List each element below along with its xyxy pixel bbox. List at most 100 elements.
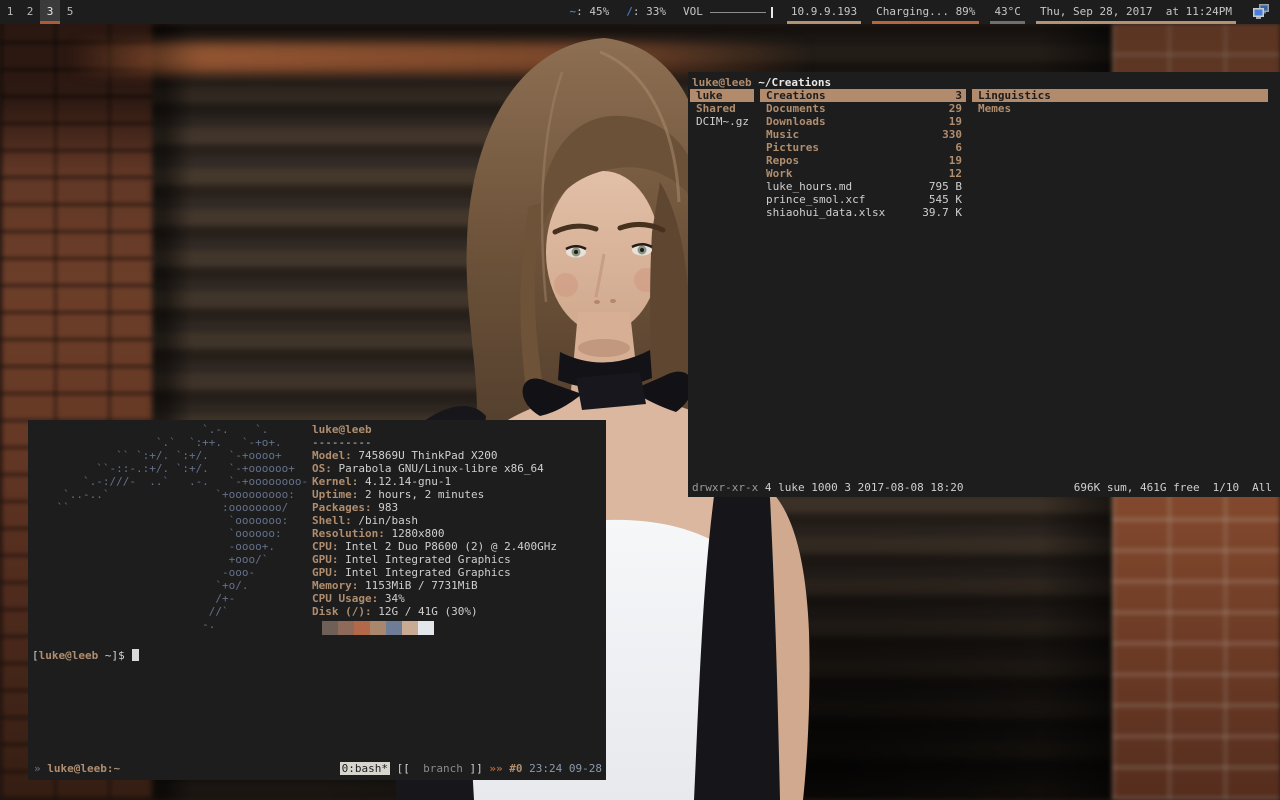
text-cursor[interactable] [132, 649, 139, 661]
entry-prince-smol[interactable]: prince_smol.xcf545 K [760, 193, 966, 206]
tmux-right-section: 0:bash* [[ branch ]] »» #0 23:24 09-28 [340, 762, 602, 775]
field-label: Kernel: [312, 475, 358, 488]
network-ip: 10.9.9.193 [790, 0, 858, 24]
workspace-5[interactable]: 5 [60, 0, 80, 24]
clock: Thu, Sep 28, 2017 at 11:24PM [1039, 0, 1233, 24]
clock-text: Thu, Sep 28, 2017 at 11:24PM [1040, 5, 1232, 18]
tmux-active-window[interactable]: 0:bash* [340, 762, 390, 775]
preview-item-memes[interactable]: Memes [972, 102, 1268, 115]
parent-item-shared[interactable]: Shared [690, 102, 754, 115]
preview-item-linguistics[interactable]: Linguistics [972, 89, 1268, 102]
ranger-main-column: Creations3 Documents29 Downloads 19 Music… [760, 89, 966, 481]
volume-slider-track[interactable] [710, 12, 766, 13]
palette-swatch [402, 621, 418, 635]
tmux-statusbar: » luke@leeb:~ 0:bash* [[ branch ]] »» #0… [30, 762, 604, 778]
ranger-statusbar: drwxr-xr-x 4 luke 1000 3 2017-08-08 18:2… [690, 481, 1278, 495]
entry-size: 19 [949, 115, 962, 128]
volume-control[interactable]: VOL [683, 0, 773, 24]
parent-item-luke[interactable]: luke [690, 89, 754, 102]
tmux-left-arrow: » [34, 762, 41, 775]
entry-creations[interactable]: Creations3 [760, 89, 966, 102]
tmux-session-name: luke@leeb:~ [41, 762, 120, 775]
volume-slider-knob[interactable] [771, 7, 773, 18]
field-label: CPU Usage: [312, 592, 378, 605]
field-value: Intel Integrated Graphics [339, 566, 511, 579]
fetch-field-model: Model: 745869U ThinkPad X200 [312, 449, 604, 462]
prompt-suffix: ~]$ [98, 649, 131, 662]
entry-repos[interactable]: Repos19 [760, 154, 966, 167]
tmux-chevrons: »» [489, 762, 502, 775]
field-value: Intel 2 Duo P8600 (2) @ 2.400GHz [339, 540, 558, 553]
network-underline [787, 21, 861, 24]
field-value: 1153MiB / 7731MiB [358, 579, 477, 592]
system-info: luke@leeb --------- Model: 745869U Think… [312, 423, 604, 635]
workspace-2[interactable]: 2 [20, 0, 40, 24]
tmux-pane-index: #0 [503, 762, 530, 775]
fetch-field-cpu-usage: CPU Usage: 34% [312, 592, 604, 605]
entry-work[interactable]: Work12 [760, 167, 966, 180]
field-value: 1280x800 [385, 527, 445, 540]
battery-underline [872, 21, 979, 24]
palette-swatch [322, 621, 338, 635]
cursor-position: 1/10 [1213, 481, 1240, 494]
field-label: Resolution: [312, 527, 385, 540]
entry-documents[interactable]: Documents29 [760, 102, 966, 115]
root-usage-value: : 33% [633, 0, 666, 24]
entry-name: Work [766, 167, 793, 180]
shell-prompt[interactable]: [luke@leeb ~]$ [30, 649, 604, 662]
entry-luke-hours[interactable]: luke_hours.md 795 B [760, 180, 966, 193]
statusbar-modules: ~: 45% /: 33% VOL 10.9.9.193 Charging...… [569, 0, 1280, 24]
neofetch-output: `.-. `. `.` `:++. `-+o+. `` `:+/. `:+/. … [30, 423, 604, 635]
entry-name: luke_hours.md [766, 180, 852, 193]
field-label: Memory: [312, 579, 358, 592]
tmux-bracket-open: [[ [390, 762, 423, 775]
entry-size: 29 [949, 102, 962, 115]
entry-size: 330 [942, 128, 962, 141]
root-disk-usage: /: 33% [626, 0, 666, 24]
entry-pictures[interactable]: Pictures6 [760, 141, 966, 154]
entry-name: Music [766, 128, 799, 141]
palette-swatch [386, 621, 402, 635]
terminal-color-palette [322, 621, 604, 635]
battery-status: Charging... 89% [875, 0, 976, 24]
entry-name: Downloads [766, 115, 826, 128]
terminal-window: `.-. `. `.` `:++. `-+o+. `` `:+/. `:+/. … [28, 420, 606, 780]
item-name: luke [696, 89, 723, 102]
network-computers-icon[interactable] [1252, 3, 1270, 21]
palette-swatch [370, 621, 386, 635]
fetch-separator: --------- [312, 436, 604, 449]
workspace-1[interactable]: 1 [0, 0, 20, 24]
fetch-field-disk: Disk (/): 12G / 41G (30%) [312, 605, 604, 618]
parabola-ascii-logo: `.-. `. `.` `:++. `-+o+. `` `:+/. `:+/. … [30, 423, 312, 635]
field-value: 2 hours, 2 minutes [358, 488, 484, 501]
entry-music[interactable]: Music 330 [760, 128, 966, 141]
field-label: Shell: [312, 514, 352, 527]
entry-shiaohui-data[interactable]: shiaohui_data.xlsx39.7 K [760, 206, 966, 219]
status-bar: 1 2 3 5 ~: 45% /: 33% VOL 10.9.9.193 Cha… [0, 0, 1280, 24]
prompt-bracket: [ [32, 649, 39, 662]
entry-size: 19 [949, 154, 962, 167]
field-value: 745869U ThinkPad X200 [352, 449, 498, 462]
temperature: 43°C [993, 0, 1022, 24]
fetch-field-cpu: CPU: Intel 2 Duo P8600 (2) @ 2.400GHz [312, 540, 604, 553]
entry-downloads[interactable]: Downloads 19 [760, 115, 966, 128]
entry-size: 39.7 K [922, 206, 962, 219]
item-name: Shared [696, 102, 736, 115]
entry-name: prince_smol.xcf [766, 193, 865, 206]
prompt-user-host: luke@leeb [39, 649, 99, 662]
fetch-field-packages: Packages: 983 [312, 501, 604, 514]
parent-item-dcim[interactable]: DCIM~.gz [690, 115, 754, 128]
workspace-3-active[interactable]: 3 [40, 0, 60, 24]
ranger-window: luke@leeb ~/Creations luke Shared DCIM~.… [688, 72, 1280, 497]
temperature-underline [990, 21, 1025, 24]
palette-swatch [354, 621, 370, 635]
ranger-user-host: luke@leeb [692, 76, 752, 89]
fetch-user-host: luke@leeb [312, 423, 604, 436]
volume-label: VOL [683, 0, 703, 24]
file-meta: 4 luke 1000 3 2017-08-08 18:20 [758, 481, 963, 494]
field-label: Model: [312, 449, 352, 462]
entry-size: 795 B [929, 180, 962, 193]
field-value: 983 [372, 501, 399, 514]
palette-swatch [338, 621, 354, 635]
item-name: Memes [978, 102, 1011, 115]
